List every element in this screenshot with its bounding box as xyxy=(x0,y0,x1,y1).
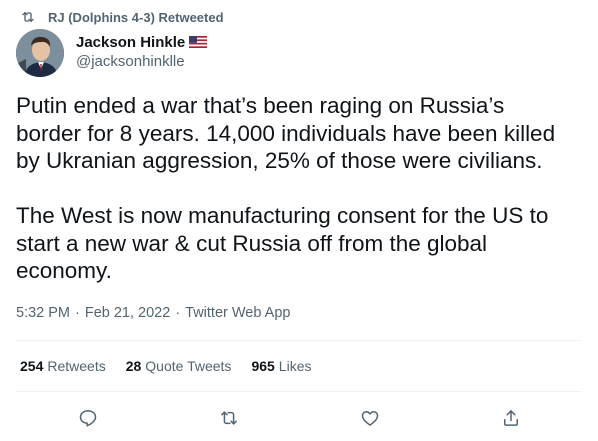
meta-separator: · xyxy=(75,305,80,321)
author-display-name[interactable]: Jackson Hinkle xyxy=(76,34,185,51)
author-handle[interactable]: @jacksonhinklle xyxy=(76,53,207,70)
tweet-actions xyxy=(0,403,598,433)
retweet-button[interactable] xyxy=(214,403,244,433)
share-icon xyxy=(501,408,521,428)
social-context-label: RJ (Dolphins 4-3) Retweeted xyxy=(48,9,224,25)
us-flag-icon xyxy=(189,36,208,48)
tweet-source[interactable]: Twitter Web App xyxy=(185,305,290,321)
like-button[interactable] xyxy=(355,403,385,433)
retweets-count: 254 xyxy=(20,358,44,374)
tweet-time[interactable]: 5:32 PM xyxy=(16,305,70,321)
likes-count: 965 xyxy=(251,358,275,374)
reply-button[interactable] xyxy=(73,403,103,433)
tweet-paragraph: The West is now manufacturing consent fo… xyxy=(16,203,549,283)
social-context[interactable]: RJ (Dolphins 4-3) Retweeted xyxy=(20,8,224,26)
reply-icon xyxy=(78,408,98,428)
likes-label: Likes xyxy=(278,358,312,374)
quote-tweets-stat[interactable]: 28 Quote Tweets xyxy=(126,358,232,374)
author-block[interactable]: Jackson Hinkle @jacksonhinklle xyxy=(76,33,208,70)
likes-stat[interactable]: 965 Likes xyxy=(251,358,311,374)
tweet-date[interactable]: Feb 21, 2022 xyxy=(85,305,170,321)
like-icon xyxy=(360,408,380,428)
divider xyxy=(16,340,582,341)
retweet-icon xyxy=(219,408,239,428)
retweets-label: Retweets xyxy=(47,358,106,374)
retweet-icon xyxy=(20,9,36,25)
meta-separator: · xyxy=(175,305,181,321)
avatar[interactable] xyxy=(16,29,64,77)
tweet-stats: 254 Retweets 28 Quote Tweets 965 Likes xyxy=(20,358,331,374)
tweet-meta: 5:32 PM · Feb 21, 2022 · Twitter Web App xyxy=(16,305,290,321)
quote-tweets-label: Quote Tweets xyxy=(145,358,232,374)
quote-tweets-count: 28 xyxy=(125,358,142,374)
retweets-stat[interactable]: 254 Retweets xyxy=(20,358,106,374)
tweet-paragraph: Putin ended a war that’s been raging on … xyxy=(16,93,556,173)
tweet-text: Putin ended a war that’s been raging on … xyxy=(16,92,582,285)
divider xyxy=(16,391,582,392)
share-button[interactable] xyxy=(496,403,526,433)
